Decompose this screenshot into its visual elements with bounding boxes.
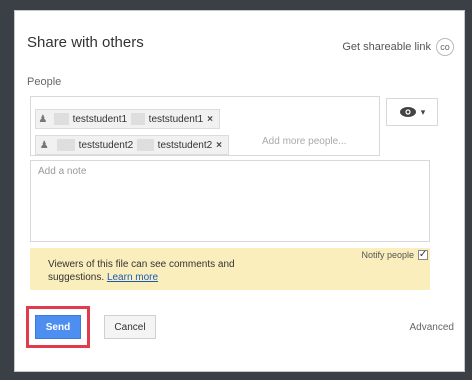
recipient-name: teststudent2 bbox=[157, 139, 213, 151]
link-icon[interactable]: co bbox=[436, 38, 454, 56]
recipient-name: teststudent1 bbox=[148, 113, 204, 125]
notify-people-label: Notify people bbox=[361, 250, 414, 260]
recipient-name: teststudent2 bbox=[78, 139, 134, 151]
remove-recipient-icon[interactable]: × bbox=[207, 114, 213, 125]
recipient-name: teststudent1 bbox=[72, 113, 128, 125]
recipient-chip[interactable]: ♟ teststudent1 teststudent1 × bbox=[35, 109, 220, 129]
redacted-email bbox=[137, 139, 154, 151]
permission-dropdown-button[interactable]: ▾ bbox=[386, 98, 438, 126]
remove-recipient-icon[interactable]: × bbox=[216, 140, 222, 151]
person-icon: ♟ bbox=[39, 139, 49, 151]
add-note-field[interactable]: Add a note bbox=[30, 160, 430, 242]
redacted-email bbox=[56, 139, 75, 151]
recipient-chip[interactable]: ♟ teststudent2 teststudent2 × bbox=[35, 135, 229, 155]
people-label: People bbox=[27, 76, 62, 88]
add-more-people-input[interactable]: Add more people... bbox=[262, 136, 347, 147]
eye-icon bbox=[399, 107, 416, 117]
shareable-link-label: Get shareable link bbox=[342, 41, 431, 53]
person-icon: ♟ bbox=[38, 113, 48, 125]
cancel-button[interactable]: Cancel bbox=[104, 315, 156, 339]
redacted-email bbox=[53, 113, 69, 125]
redacted-email bbox=[131, 113, 145, 125]
learn-more-link[interactable]: Learn more bbox=[107, 272, 158, 283]
notify-checkbox[interactable]: ✓ bbox=[418, 250, 428, 260]
advanced-link[interactable]: Advanced bbox=[410, 322, 454, 333]
notice-text-block: Viewers of this file can see comments an… bbox=[48, 258, 278, 284]
send-button[interactable]: Send bbox=[35, 315, 81, 339]
get-shareable-link[interactable]: Get shareable link co bbox=[342, 38, 454, 56]
chevron-down-icon: ▾ bbox=[420, 106, 426, 117]
comments-notice: Viewers of this file can see comments an… bbox=[30, 248, 430, 290]
dialog-title: Share with others bbox=[27, 34, 144, 51]
notify-people-option[interactable]: Notify people ✓ bbox=[361, 250, 428, 260]
